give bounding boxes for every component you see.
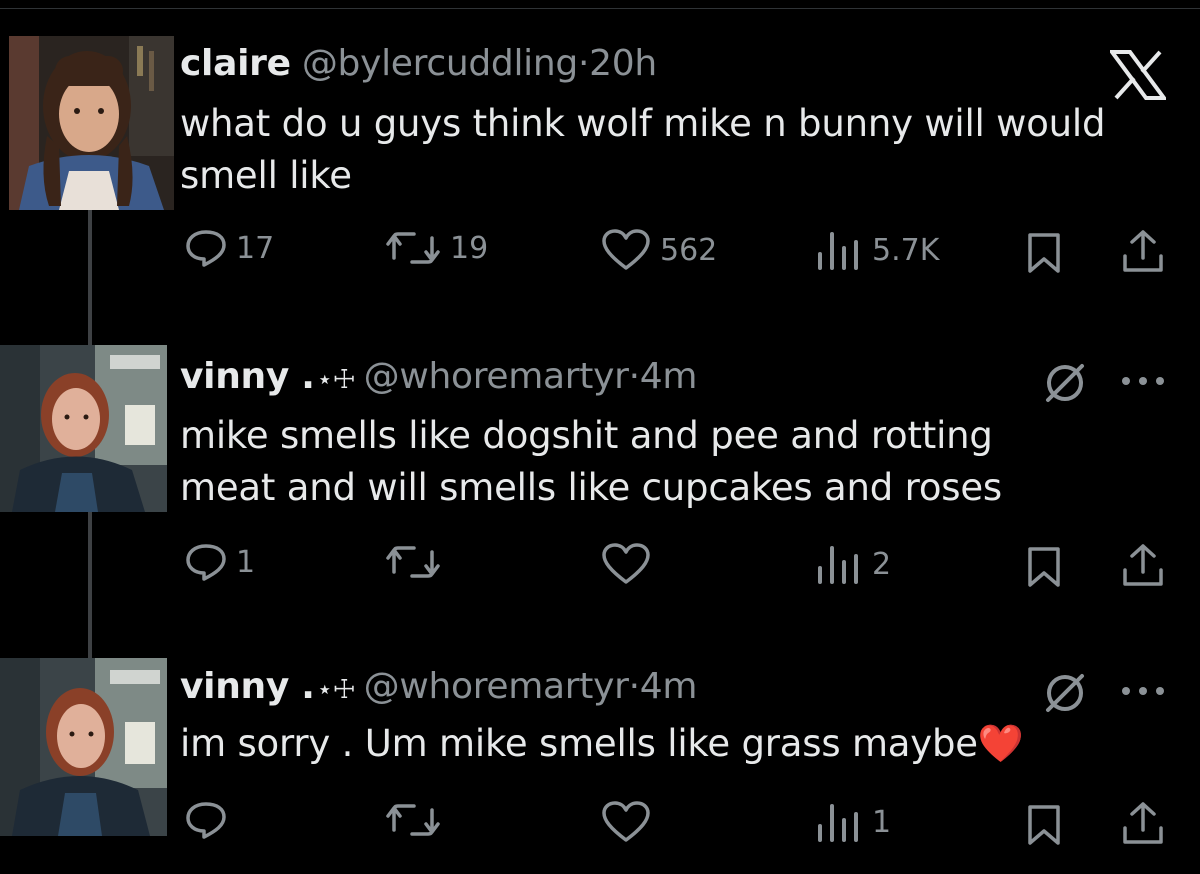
timestamp[interactable]: 4m [640,666,698,707]
share-icon [1123,544,1163,586]
views-icon [818,546,858,584]
avatar[interactable] [0,345,167,512]
timestamp[interactable]: 4m [640,356,698,397]
timestamp[interactable]: 20h [589,43,657,84]
top-divider [0,8,1200,9]
retweet-icon [386,232,440,264]
reply-icon [186,802,226,839]
more-icon[interactable] [1120,682,1166,701]
avatar[interactable] [9,36,174,210]
reply-icon [186,230,226,267]
tweet-header: claire @bylercuddling·20h [180,42,657,86]
bookmark-icon [1028,547,1060,587]
name-decoration: ⋆☩ [316,675,356,705]
reply-button[interactable]: 1 [184,542,255,582]
bookmark-button[interactable] [1026,546,1062,588]
retweet-button[interactable] [384,800,442,840]
views-button[interactable]: 5.7K [814,228,939,272]
bookmark-button[interactable] [1026,232,1062,274]
views-button[interactable]: 2 [814,542,891,586]
tweet-text-content: im sorry . Um mike smells like grass may… [180,722,978,765]
grok-icon[interactable] [1042,670,1088,720]
display-name[interactable]: vinny . [180,356,315,397]
thread-line [88,512,92,658]
separator-dot: · [628,666,640,707]
reply-button[interactable]: 17 [184,228,274,268]
share-icon [1123,802,1163,844]
handle[interactable]: @whoremartyr [364,356,629,397]
retweet-icon [386,804,440,836]
views-count: 1 [872,804,892,840]
reply-count: 17 [236,230,275,266]
separator-dot: · [577,43,590,84]
like-count: 562 [660,232,718,268]
tweet-header: vinny .⋆☩ @whoremartyr·4m [180,355,697,402]
share-icon [1123,230,1163,272]
reply-count: 1 [236,544,256,580]
views-count: 5.7K [872,232,940,268]
retweet-icon [386,546,440,578]
more-icon[interactable] [1120,372,1166,391]
views-button[interactable]: 1 [814,800,891,844]
like-icon [602,543,650,584]
retweet-count: 19 [450,230,489,266]
avatar[interactable] [0,658,167,836]
handle[interactable]: @bylercuddling [302,43,578,84]
like-icon [602,801,650,842]
share-button[interactable] [1120,542,1166,588]
reply-button[interactable] [184,800,228,840]
tweet-text: what do u guys think wolf mike n bunny w… [180,102,1106,197]
heart-emoji: ❤️ [977,722,1024,765]
retweet-button[interactable]: 19 [384,228,488,268]
like-button[interactable]: 562 [600,228,717,272]
handle[interactable]: @whoremartyr [364,666,629,707]
tweet-text: im sorry . Um mike smells like grass may… [180,718,1180,770]
reply-icon [186,544,226,581]
like-button[interactable] [600,542,652,586]
bookmark-button[interactable] [1026,804,1062,846]
share-button[interactable] [1120,800,1166,846]
tweet-header: vinny .⋆☩ @whoremartyr·4m [180,665,697,712]
share-button[interactable] [1120,228,1166,274]
bookmark-icon [1028,805,1060,845]
bookmark-icon [1028,233,1060,273]
like-button[interactable] [600,800,652,844]
like-icon [602,229,650,270]
views-icon [818,804,858,842]
grok-icon[interactable] [1042,360,1088,410]
x-logo-icon[interactable] [1108,50,1168,104]
separator-dot: · [628,356,640,397]
thread-line [88,210,92,345]
tweet-text: mike smells like dogshit and pee and rot… [180,414,1002,509]
display-name[interactable]: vinny . [180,666,315,707]
retweet-button[interactable] [384,542,442,582]
views-icon [818,232,858,270]
display-name[interactable]: claire [180,43,291,84]
views-count: 2 [872,546,892,582]
name-decoration: ⋆☩ [316,365,356,395]
